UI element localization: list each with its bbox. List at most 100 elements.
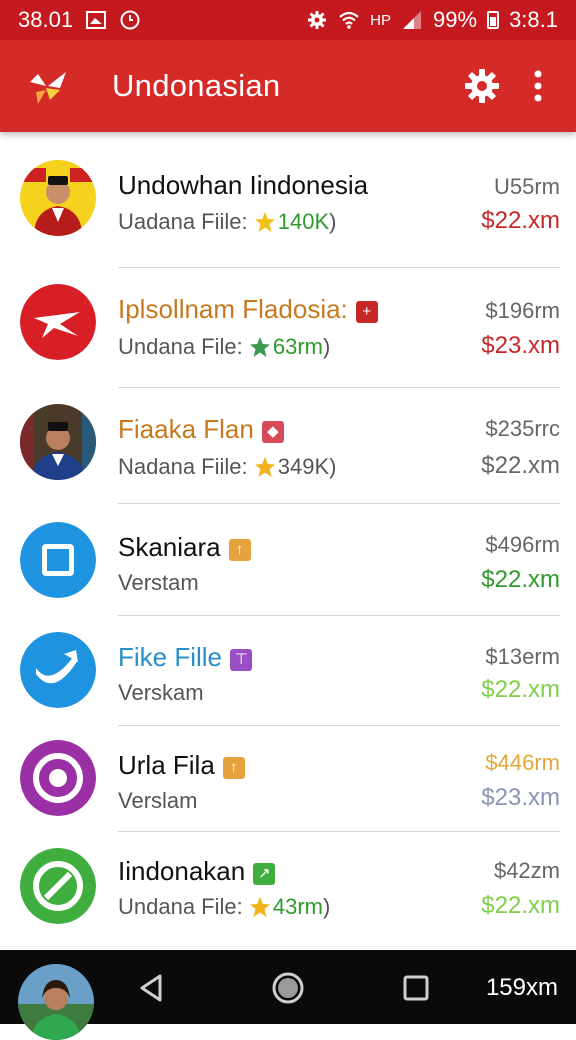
nav-right-label: 159xm bbox=[485, 974, 558, 1001]
price-top: $446rm bbox=[485, 750, 560, 775]
item-title-text: Undowhan Iindonesia bbox=[118, 170, 369, 200]
avatar bbox=[20, 284, 96, 360]
item-subtitle-suffix: ) bbox=[329, 454, 337, 479]
arrow-badge-icon: ↗ bbox=[253, 863, 276, 885]
settings-notification-icon bbox=[306, 9, 328, 31]
star-icon bbox=[254, 211, 276, 233]
plus-badge-icon: + bbox=[355, 301, 378, 323]
navigation-bar: 159xm bbox=[0, 950, 576, 1040]
overflow-menu-button[interactable] bbox=[524, 66, 552, 106]
item-subtitle-value: 63rm bbox=[272, 334, 323, 359]
item-title: Fike Fille ⊤ bbox=[118, 642, 253, 673]
price-top: $496rm bbox=[485, 532, 560, 557]
list-item[interactable]: Iplsollnam Fladosia: + Undana File: 63rm)… bbox=[0, 268, 576, 388]
item-title-text: Iindonakan bbox=[118, 856, 246, 886]
item-subtitle: Uadana Fiile: 140K) bbox=[118, 209, 336, 235]
list-item[interactable]: Skaniara ↑ Verstam $496rm $22.xm bbox=[0, 504, 576, 616]
price-top: $235rrc bbox=[485, 416, 560, 441]
more-vert-icon bbox=[534, 70, 542, 102]
item-subtitle: Verslam bbox=[118, 788, 197, 814]
profile-avatar[interactable] bbox=[18, 964, 94, 1040]
list-item[interactable]: Undowhan Iindonesia Uadana Fiile: 140K) … bbox=[0, 132, 576, 268]
network-type-label: HP bbox=[370, 11, 392, 29]
star-icon bbox=[249, 336, 271, 358]
star-icon bbox=[254, 456, 276, 478]
back-triangle-icon bbox=[140, 974, 162, 1002]
item-subtitle-prefix: Verstam bbox=[118, 570, 199, 595]
price-top: $196rm bbox=[485, 298, 560, 323]
item-subtitle: Undana File: 43rm) bbox=[118, 894, 330, 920]
item-subtitle-value: 140K bbox=[277, 209, 330, 234]
item-title: Undowhan Iindonesia bbox=[118, 170, 368, 201]
upload-badge-icon: ↑ bbox=[228, 539, 251, 561]
price-bottom-text: $22.xm bbox=[481, 452, 560, 479]
list-item[interactable]: Urla Fila ↑ Verslam $446rm $23.xm bbox=[0, 726, 576, 832]
item-title: Iplsollnam Fladosia: + bbox=[118, 294, 378, 325]
list-item[interactable]: Fike Fille ⊤ Verskam $13erm $22.xm bbox=[0, 616, 576, 726]
price-top: $42zm bbox=[493, 858, 560, 883]
price-bottom: $23.xm bbox=[481, 784, 560, 811]
avatar bbox=[20, 740, 96, 816]
avatar bbox=[20, 848, 96, 924]
star-icon bbox=[249, 896, 271, 918]
item-subtitle: Verskam bbox=[118, 680, 204, 706]
item-subtitle-suffix: ) bbox=[329, 209, 337, 234]
price-bottom: $22.xm bbox=[481, 676, 560, 703]
tag-badge-icon: ◆ bbox=[261, 421, 284, 443]
item-title-text: Fiaaka Flan bbox=[118, 414, 254, 444]
item-title-text: Iplsollnam Fladosia: bbox=[118, 294, 348, 324]
recents-button[interactable] bbox=[398, 970, 434, 1006]
item-title-text: Skaniara bbox=[118, 532, 221, 562]
status-time-right: 3:8.1 bbox=[509, 7, 558, 32]
item-subtitle-prefix: Undana File: bbox=[118, 334, 243, 359]
item-subtitle-value: 43rm bbox=[272, 894, 323, 919]
settings-button[interactable] bbox=[462, 66, 502, 106]
avatar bbox=[20, 160, 96, 236]
item-subtitle-value: 349K bbox=[277, 454, 330, 479]
app-title: Undonasian bbox=[112, 68, 281, 103]
app-logo-icon bbox=[26, 64, 72, 110]
item-title-text: Urla Fila bbox=[118, 750, 215, 780]
item-subtitle-suffix: ) bbox=[323, 334, 331, 359]
item-subtitle: Verstam bbox=[118, 570, 199, 596]
battery-icon bbox=[487, 11, 500, 29]
item-subtitle-prefix: Verskam bbox=[118, 680, 204, 705]
app-bar: Undonasian bbox=[0, 40, 576, 132]
item-subtitle-prefix: Undana File: bbox=[118, 894, 243, 919]
item-subtitle-prefix: Nadana Fiile: bbox=[118, 454, 248, 479]
battery-percent: 99% bbox=[433, 7, 478, 32]
price-top: $13erm bbox=[485, 644, 560, 669]
item-subtitle-prefix: Verslam bbox=[118, 788, 198, 813]
item-title-text: Fike Fille bbox=[118, 642, 223, 672]
pin-badge-icon: ⊤ bbox=[230, 649, 253, 671]
avatar bbox=[20, 404, 96, 480]
recents-square-icon bbox=[403, 975, 429, 1001]
item-title: Iindonakan ↗ bbox=[118, 856, 276, 887]
item-subtitle: Nadana Fiile: 349K) bbox=[118, 454, 336, 480]
wifi-icon bbox=[338, 9, 360, 31]
item-subtitle: Undana File: 63rm) bbox=[118, 334, 330, 360]
home-button[interactable] bbox=[270, 970, 306, 1006]
avatar bbox=[20, 522, 96, 598]
price-bottom: $22.xm bbox=[481, 892, 560, 919]
item-title: Fiaaka Flan ◆ bbox=[118, 414, 284, 445]
price-bottom: $22.xm bbox=[481, 566, 560, 593]
status-time-left: 38.01 bbox=[18, 7, 74, 32]
price-bottom: $23.xm bbox=[481, 332, 560, 359]
clock-notification-icon bbox=[119, 9, 141, 31]
price-bottom: $22.xm bbox=[481, 452, 560, 480]
item-subtitle-suffix: ) bbox=[323, 894, 331, 919]
image-notification-icon bbox=[85, 9, 107, 31]
gear-icon bbox=[465, 69, 499, 103]
list-item[interactable]: Fiaaka Flan ◆ Nadana Fiile: 349K) $235rrc… bbox=[0, 388, 576, 504]
list-item[interactable]: Iindonakan ↗ Undana File: 43rm) $42zm $22… bbox=[0, 832, 576, 944]
home-circle-icon bbox=[272, 972, 304, 1004]
item-title: Skaniara ↑ bbox=[118, 532, 251, 563]
item-subtitle-prefix: Uadana Fiile: bbox=[118, 209, 248, 234]
status-bar: 38.01 HP 99% 3:8.1 bbox=[0, 0, 576, 40]
upload-badge-icon: ↑ bbox=[222, 757, 245, 779]
price-bottom: $22.xm bbox=[481, 207, 560, 234]
file-list: Undowhan Iindonesia Uadana Fiile: 140K) … bbox=[0, 132, 576, 944]
price-top: U55rm bbox=[493, 174, 560, 199]
back-button[interactable] bbox=[134, 970, 170, 1006]
